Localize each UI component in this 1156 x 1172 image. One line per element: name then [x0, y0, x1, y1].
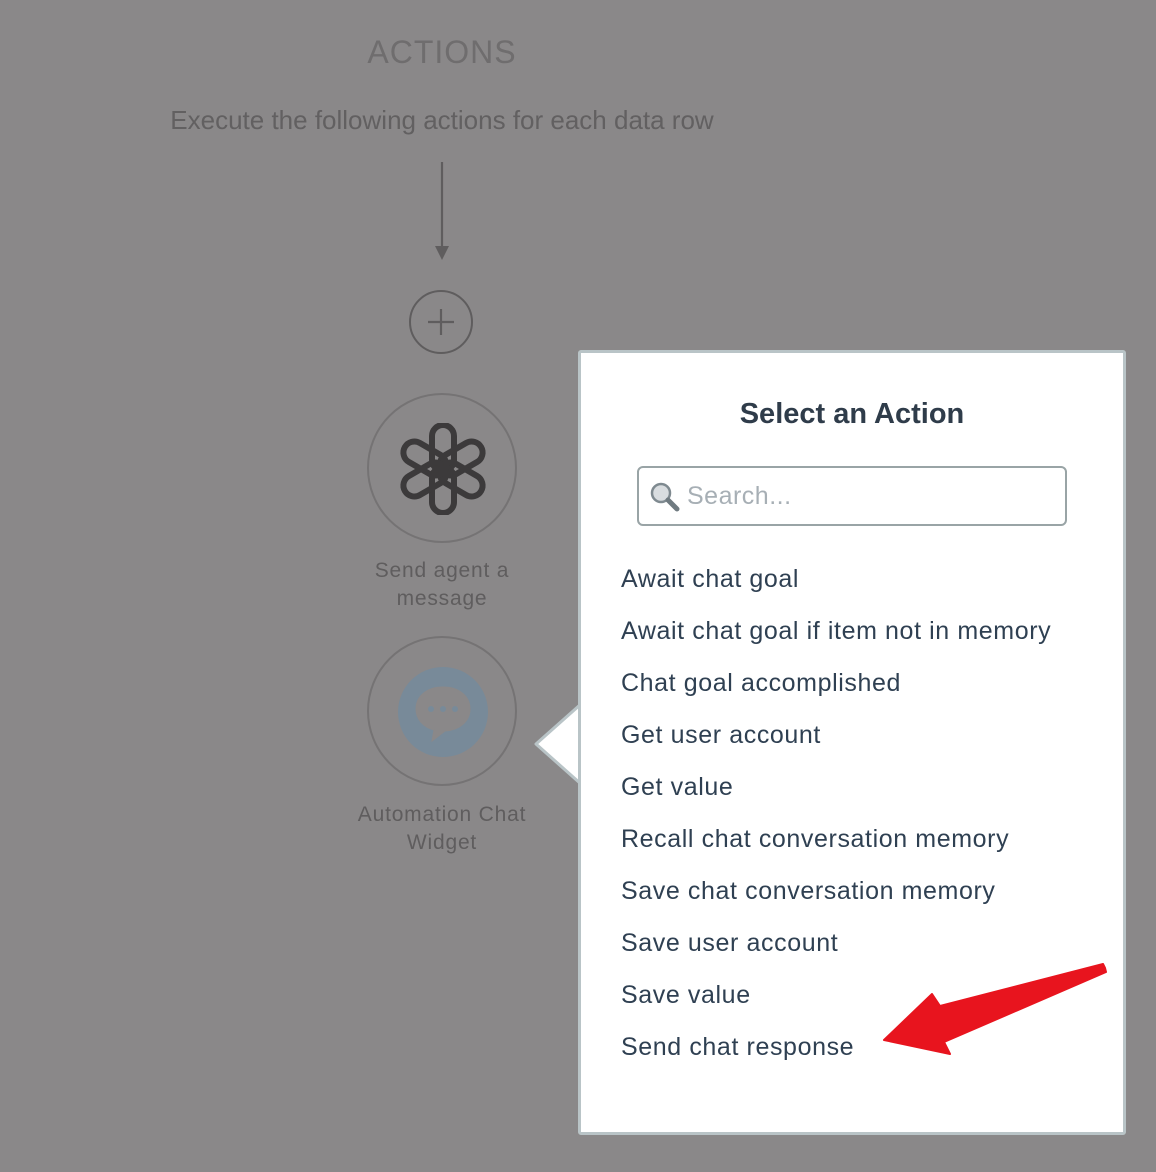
search-icon	[650, 482, 680, 512]
action-item-save-chat-conversation-memory[interactable]: Save chat conversation memory	[621, 865, 1051, 917]
chat-bubble-icon	[398, 667, 488, 757]
action-item-recall-chat-conversation-memory[interactable]: Recall chat conversation memory	[621, 813, 1051, 865]
send-agent-message-node[interactable]	[367, 393, 517, 543]
actions-heading: ACTIONS	[367, 34, 517, 70]
action-item-await-chat-goal[interactable]: Await chat goal	[621, 553, 1051, 605]
popover-pointer	[534, 704, 584, 784]
action-item-await-chat-goal-if-not-in-memory[interactable]: Await chat goal if item not in memory	[621, 605, 1051, 657]
automation-chat-widget-label: Automation Chat Widget	[357, 803, 527, 854]
flow-down-arrow-icon	[435, 162, 449, 260]
action-item-chat-goal-accomplished[interactable]: Chat goal accomplished	[621, 657, 1051, 709]
plus-icon	[428, 309, 454, 335]
action-item-get-value[interactable]: Get value	[621, 761, 1051, 813]
automation-chat-widget-node[interactable]	[367, 636, 517, 786]
red-pointer-arrow-icon	[883, 963, 1107, 1055]
popover-title: Select an Action	[739, 398, 965, 430]
openai-logo-icon	[400, 423, 486, 515]
actions-subtitle: Execute the following actions for each d…	[170, 105, 714, 135]
search-input[interactable]	[687, 478, 1047, 514]
search-box[interactable]	[637, 466, 1067, 526]
action-item-get-user-account[interactable]: Get user account	[621, 709, 1051, 761]
add-action-button[interactable]	[409, 290, 473, 354]
send-agent-message-label: Send agent a message	[374, 559, 510, 610]
